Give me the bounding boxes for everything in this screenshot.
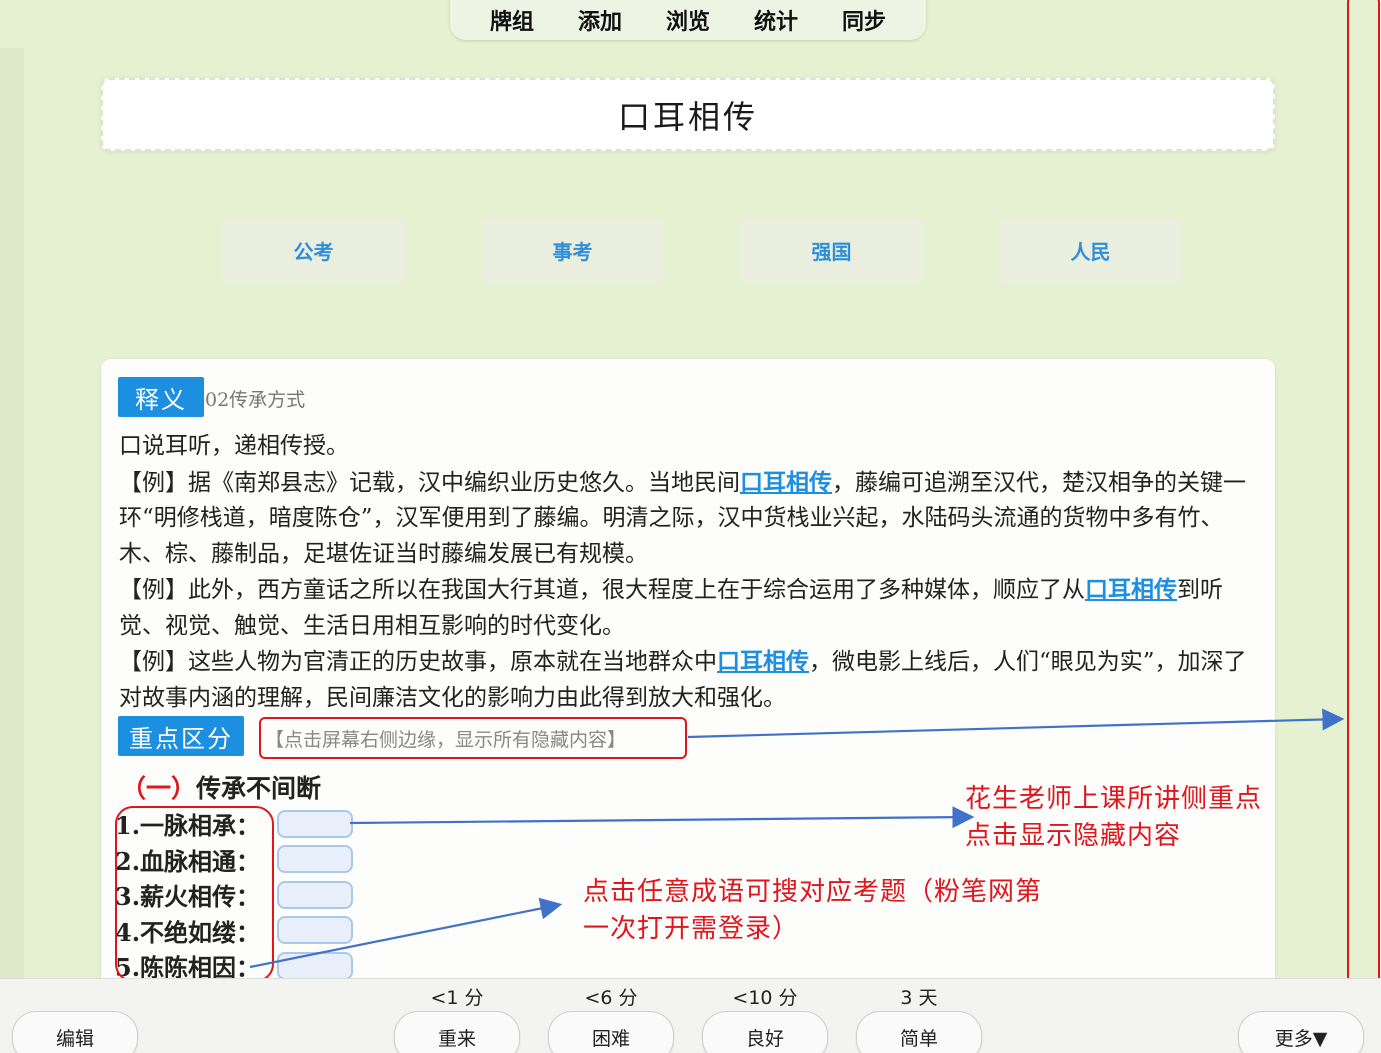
hidden-content-box[interactable]	[277, 916, 353, 945]
section-heading: （一）传承不间断	[121, 769, 321, 805]
menu-add[interactable]: 添加	[578, 0, 622, 36]
hidden-content-box[interactable]	[277, 951, 353, 980]
category-button-qiangguo[interactable]: 强国	[740, 218, 923, 283]
title-card: 口耳相传	[101, 78, 1275, 151]
bottom-bar: 编辑 <1 分 <6 分 <10 分 3 天 重来 困难 良好 简单 更多▼	[0, 978, 1381, 1053]
example-text: 【例】此外，西方童话之所以在我国大行其道，很大程度上在于综合运用了多种媒体，顺应…	[119, 577, 1085, 603]
meaning-tag: 释义	[118, 377, 204, 417]
section-title: 传承不间断	[196, 774, 322, 803]
hidden-content-box[interactable]	[277, 880, 353, 909]
show-hidden-hint[interactable]: 【点击屏幕右侧边缘，显示所有隐藏内容】	[259, 717, 687, 759]
good-button[interactable]: 良好	[702, 1011, 828, 1053]
category-button-renmin[interactable]: 人民	[999, 218, 1182, 283]
example-2: 【例】此外，西方童话之所以在我国大行其道，很大程度上在于综合运用了多种媒体，顺应…	[119, 572, 1264, 644]
right-edge-highlight-frame[interactable]	[1347, 0, 1380, 994]
idiom-list: 1.一脉相承： 2.血脉相通： 3.薪火相传： 4.不绝如缕： 5.陈陈相因：	[115, 806, 353, 984]
hard-button[interactable]: 困难	[548, 1011, 674, 1053]
annotation-line: 一次打开需登录）	[583, 914, 800, 944]
list-item: 1.一脉相承：	[115, 806, 353, 842]
menu-sync[interactable]: 同步	[842, 0, 886, 36]
annotation-line: 点击任意成语可搜对应考题（粉笔网第	[583, 877, 1043, 907]
teacher-note-annotation: 花生老师上课所讲侧重点 点击显示隐藏内容	[965, 781, 1262, 855]
example-text: 【例】这些人物为官清正的历史故事，原本就在当地群众中	[119, 649, 717, 675]
idiom-label[interactable]: 2.血脉相通：	[115, 842, 277, 877]
interval-good: <10 分	[732, 987, 798, 1009]
idiom-link[interactable]: 口耳相传	[1085, 576, 1177, 603]
more-button[interactable]: 更多▼	[1238, 1011, 1364, 1053]
example-text: 【例】据《南郑县志》记载，汉中编织业历史悠久。当地民间	[119, 469, 740, 496]
menu-browse[interactable]: 浏览	[666, 0, 710, 36]
left-edge-strip	[0, 48, 24, 978]
idiom-label[interactable]: 1.一脉相承：	[115, 806, 277, 841]
hidden-content-box[interactable]	[277, 845, 353, 874]
key-distinction-tag: 重点区分	[118, 716, 244, 756]
idiom-label[interactable]: 3.薪火相传：	[115, 877, 277, 912]
idiom-link[interactable]: 口耳相传	[717, 648, 809, 675]
interval-hard: <6 分	[584, 987, 638, 1009]
list-item: 2.血脉相通：	[115, 842, 353, 878]
section-number: （一）	[121, 774, 197, 803]
example-1: 【例】据《南郑县志》记载，汉中编织业历史悠久。当地民间口耳相传，藤编可追溯至汉代…	[119, 465, 1264, 573]
easy-button[interactable]: 简单	[856, 1011, 982, 1053]
idiom-link[interactable]: 口耳相传	[740, 469, 832, 496]
menu-stats[interactable]: 统计	[754, 0, 798, 36]
meaning-subtitle: 02传承方式	[205, 389, 306, 411]
annotation-line: 花生老师上课所讲侧重点	[965, 784, 1263, 814]
again-button[interactable]: 重来	[394, 1011, 520, 1053]
card-title: 口耳相传	[617, 97, 758, 136]
menu-decks[interactable]: 牌组	[490, 0, 534, 36]
category-button-gongkao[interactable]: 公考	[222, 218, 405, 283]
hidden-content-box[interactable]	[277, 809, 353, 838]
top-menu: 牌组 添加 浏览 统计 同步	[450, 0, 926, 40]
interval-again: <1 分	[430, 987, 484, 1009]
annotation-line: 点击显示隐藏内容	[965, 821, 1182, 851]
idiom-label[interactable]: 4.不绝如缕：	[115, 913, 277, 948]
list-item: 3.薪火相传：	[115, 877, 353, 913]
search-note-annotation: 点击任意成语可搜对应考题（粉笔网第 一次打开需登录）	[583, 874, 1042, 948]
example-3: 【例】这些人物为官清正的历史故事，原本就在当地群众中口耳相传，微电影上线后，人们…	[119, 644, 1264, 716]
category-button-shikao[interactable]: 事考	[481, 218, 664, 283]
definition: 口说耳听，递相传授。	[119, 433, 349, 459]
definition-block: 口说耳听，递相传授。 【例】据《南郑县志》记载，汉中编织业历史悠久。当地民间口耳…	[119, 429, 1264, 716]
edit-button[interactable]: 编辑	[12, 1011, 138, 1053]
list-item: 4.不绝如缕：	[115, 913, 353, 949]
interval-easy: 3 天	[900, 987, 938, 1009]
